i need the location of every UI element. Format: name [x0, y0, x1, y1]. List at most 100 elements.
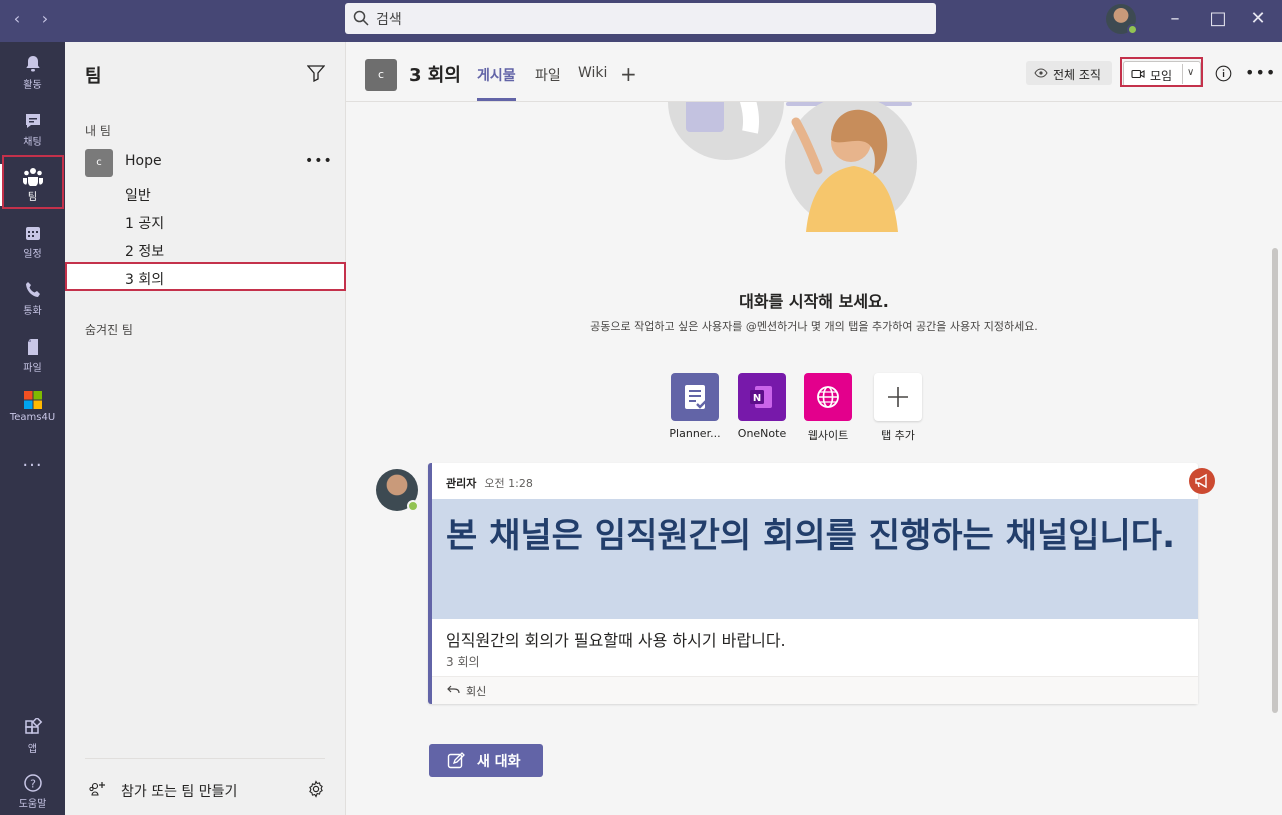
app-tile-onenote[interactable]: N OneNote — [732, 373, 792, 440]
close-icon[interactable]: ✕ — [1243, 6, 1273, 32]
tab-files[interactable]: 파일 — [535, 65, 561, 85]
new-conversation-button[interactable]: 새 대화 — [429, 744, 543, 777]
channel-item-info[interactable]: 2 정보 — [65, 235, 346, 263]
more-apps-icon: ... — [22, 450, 43, 471]
empty-state-subtitle: 공동으로 작업하고 싶은 사용자를 @멘션하거나 몇 개의 탭을 추가하여 공간… — [590, 320, 1038, 333]
channel-item-general[interactable]: 일반 — [65, 179, 346, 207]
join-or-create-team-button[interactable]: 참가 또는 팀 만들기 — [85, 779, 325, 801]
status-available-icon — [407, 500, 419, 512]
search-icon — [353, 10, 369, 26]
gear-icon[interactable] — [307, 780, 325, 798]
rail-label: 도움말 — [18, 799, 47, 810]
rail-help[interactable]: ? 도움말 — [0, 765, 65, 815]
team-row-hope[interactable]: c Hope ••• — [65, 147, 346, 177]
rail-label: 통화 — [23, 306, 42, 317]
filter-icon[interactable] — [307, 64, 325, 82]
eye-icon — [1034, 68, 1048, 78]
announcement-subtitle: 임직원간의 회의가 필요할때 사용 하시기 바랍니다. — [446, 631, 786, 650]
globe-icon — [804, 373, 852, 421]
channel-title: 3 회의 — [409, 65, 461, 86]
post-card: 관리자 오전 1:28 본 채널은 임직원간의 회의를 진행하는 채널입니다. 임… — [428, 463, 1215, 704]
new-conversation-label: 새 대화 — [477, 754, 521, 770]
add-tab-icon[interactable]: + — [620, 62, 637, 86]
app-tile-add-tab[interactable]: 탭 추가 — [868, 373, 928, 443]
join-label: 참가 또는 팀 만들기 — [121, 784, 238, 800]
app-tile-label: 웹사이트 — [807, 429, 849, 442]
teams-panel: 팀 내 팀 c Hope ••• 일반 1 공지 2 정보 3 회의 숨겨진 팀… — [65, 42, 346, 815]
onenote-icon: N — [738, 373, 786, 421]
meet-button[interactable]: 모임 ∨ — [1123, 61, 1201, 87]
divider — [1182, 64, 1183, 84]
rail-files[interactable]: 파일 — [0, 329, 65, 383]
post-channel: 3 회의 — [446, 655, 480, 669]
tab-wiki[interactable]: Wiki — [578, 65, 607, 81]
conversation-illustration — [668, 102, 917, 232]
rail-teams4u[interactable]: Teams4U — [0, 382, 65, 436]
rail-apps[interactable]: 앱 — [0, 710, 65, 764]
org-wide-badge[interactable]: 전체 조직 — [1026, 61, 1112, 85]
rail-more-apps[interactable]: ... — [0, 446, 65, 500]
post-author-avatar[interactable] — [376, 469, 419, 512]
rail-label: 팀 — [27, 192, 38, 203]
minimize-icon[interactable]: – — [1160, 6, 1190, 32]
svg-text:N: N — [753, 393, 761, 404]
back-arrow-icon[interactable]: ‹ — [6, 8, 28, 30]
chat-icon — [25, 114, 40, 128]
plus-icon — [874, 373, 922, 421]
divider — [85, 758, 325, 759]
rail-activity[interactable]: 활동 — [0, 46, 65, 100]
rail-calls[interactable]: 통화 — [0, 272, 65, 326]
channel-header: c 3 회의 게시물 파일 Wiki + 전체 조직 모임 ∨ ••• — [346, 42, 1282, 102]
search-placeholder: 검색 — [376, 12, 402, 28]
channel-avatar: c — [365, 59, 397, 91]
app-tile-planner[interactable]: Planner... — [665, 373, 725, 440]
org-label: 전체 조직 — [1053, 68, 1101, 82]
team-more-options-icon[interactable]: ••• — [305, 153, 333, 169]
channel-item-notice[interactable]: 1 공지 — [65, 207, 346, 235]
planner-icon — [671, 373, 719, 421]
rail-chat[interactable]: 채팅 — [0, 103, 65, 157]
forward-arrow-icon[interactable]: › — [34, 8, 56, 30]
profile-avatar[interactable] — [1106, 4, 1138, 35]
hidden-teams-label[interactable]: 숨겨진 팀 — [85, 321, 133, 338]
app-tile-website[interactable]: 웹사이트 — [798, 373, 858, 443]
scrollbar[interactable] — [1272, 248, 1278, 713]
more-options-icon[interactable]: ••• — [1245, 63, 1276, 82]
calendar-icon — [25, 227, 40, 240]
my-teams-label: 내 팀 — [85, 124, 111, 138]
rail-teams[interactable]: 팀 — [0, 158, 65, 212]
chevron-down-icon[interactable]: ∨ — [1187, 67, 1194, 78]
app-tile-label: OneNote — [737, 427, 787, 440]
rail-label: 파일 — [23, 363, 42, 374]
teams-panel-title: 팀 — [85, 66, 102, 87]
channel-name: 일반 — [125, 188, 151, 204]
app-rail: 활동 채팅 팀 일정 통화 파일 Teams4U ... 앱 ? 도움말 — [0, 42, 65, 815]
rail-label: Teams4U — [9, 412, 56, 423]
team-name: Hope — [125, 153, 162, 169]
app-tile-label: 탭 추가 — [881, 429, 915, 442]
announcement-headline: 본 채널은 임직원간의 회의를 진행하는 채널입니다. — [446, 516, 1175, 556]
meet-label: 모임 — [1150, 69, 1173, 83]
channel-name: 3 회의 — [125, 272, 165, 288]
rail-label: 앱 — [27, 744, 38, 755]
announcement-banner: 본 채널은 임직원간의 회의를 진행하는 채널입니다. — [432, 499, 1198, 619]
app-tile-label: Planner... — [669, 427, 721, 440]
info-icon[interactable] — [1215, 65, 1232, 82]
reply-icon — [447, 685, 460, 694]
rail-label: 활동 — [23, 80, 42, 91]
maximize-icon[interactable]: □ — [1203, 6, 1233, 32]
post-author[interactable]: 관리자 — [446, 477, 476, 490]
teams4u-app-icon — [23, 391, 42, 409]
video-camera-icon — [1131, 69, 1145, 79]
announcement-icon — [1189, 468, 1215, 494]
compose-icon — [447, 752, 465, 769]
team-avatar: c — [85, 149, 113, 177]
channel-item-meeting[interactable]: 3 회의 — [65, 263, 346, 291]
tab-posts[interactable]: 게시물 — [477, 65, 516, 101]
rail-calendar[interactable]: 일정 — [0, 215, 65, 269]
reply-button[interactable]: 회신 — [432, 676, 1198, 704]
search-input[interactable]: 검색 — [345, 3, 936, 34]
rail-label: 일정 — [23, 249, 42, 260]
reply-label: 회신 — [466, 685, 487, 698]
channel-name: 2 정보 — [125, 244, 165, 260]
